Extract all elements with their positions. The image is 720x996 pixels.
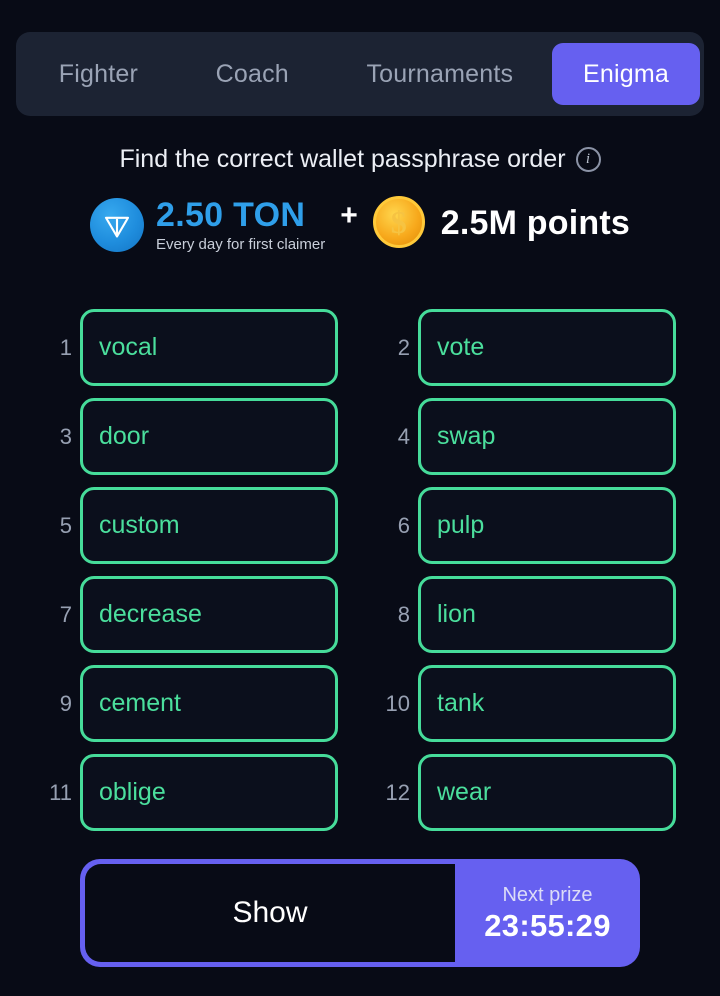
word-cell: 1 vocal	[44, 309, 338, 386]
word-box[interactable]: lion	[418, 576, 676, 653]
word-box[interactable]: swap	[418, 398, 676, 475]
word-label: door	[99, 422, 150, 450]
gold-coin-icon: $	[372, 196, 425, 248]
word-box[interactable]: pulp	[418, 487, 676, 564]
word-index: 6	[397, 512, 410, 538]
enigma-screen: Fighter Coach Tournaments Enigma Find th…	[0, 0, 720, 996]
next-prize-label: Next prize	[502, 884, 593, 906]
ton-prize-block: 2.50 TON Every day for first claimer	[156, 196, 325, 254]
word-box[interactable]: wear	[418, 754, 676, 831]
word-cell: 2 vote	[382, 309, 676, 386]
word-cell: 6 pulp	[382, 487, 676, 564]
word-label: custom	[99, 511, 180, 539]
word-cell: 11 oblige	[44, 754, 338, 831]
points-amount: 2.5M points	[440, 204, 630, 242]
word-cell: 10 tank	[382, 665, 676, 742]
word-box[interactable]: door	[80, 398, 338, 475]
word-box[interactable]: decrease	[80, 576, 338, 653]
tab-coach[interactable]: Coach	[177, 43, 328, 105]
prize-separator: +	[340, 199, 358, 232]
prize-banner: 2.50 TON Every day for first claimer + $…	[0, 196, 720, 254]
word-box[interactable]: custom	[80, 487, 338, 564]
word-box[interactable]: cement	[80, 665, 338, 742]
word-label: vote	[437, 333, 485, 361]
word-index: 5	[59, 512, 72, 538]
word-label: wear	[437, 778, 492, 806]
ton-amount: 2.50 TON	[156, 196, 306, 234]
word-cell: 12 wear	[382, 754, 676, 831]
word-label: tank	[437, 689, 485, 717]
word-box[interactable]: oblige	[80, 754, 338, 831]
tab-tournaments[interactable]: Tournaments	[328, 43, 552, 105]
word-label: lion	[437, 600, 476, 628]
word-label: pulp	[437, 511, 485, 539]
word-cell: 9 cement	[44, 665, 338, 742]
action-bar: Show Next prize 23:55:29	[80, 859, 640, 967]
page-title-row: Find the correct wallet passphrase order…	[0, 145, 720, 174]
word-index: 12	[385, 779, 410, 805]
word-box[interactable]: vote	[418, 309, 676, 386]
word-index: 9	[59, 690, 72, 716]
word-cell: 7 decrease	[44, 576, 338, 653]
word-index: 7	[59, 601, 72, 627]
next-prize-panel: Next prize 23:55:29	[455, 859, 640, 967]
word-cell: 8 lion	[382, 576, 676, 653]
word-label: decrease	[99, 600, 202, 628]
word-label: swap	[437, 422, 496, 450]
tab-fighter[interactable]: Fighter	[20, 43, 177, 105]
word-label: oblige	[99, 778, 166, 806]
word-box[interactable]: vocal	[80, 309, 338, 386]
word-box[interactable]: tank	[418, 665, 676, 742]
word-index: 4	[397, 423, 410, 449]
ton-subtitle: Every day for first claimer	[156, 236, 326, 253]
word-cell: 3 door	[44, 398, 338, 475]
page-title: Find the correct wallet passphrase order	[119, 145, 566, 173]
info-circle-icon[interactable]: i	[575, 147, 601, 172]
next-prize-timer: 23:55:29	[484, 908, 611, 943]
word-label: cement	[99, 689, 181, 717]
word-index: 8	[397, 601, 410, 627]
word-label: vocal	[99, 333, 158, 361]
word-index: 11	[49, 779, 72, 805]
word-cell: 4 swap	[382, 398, 676, 475]
passphrase-grid: 1 vocal 2 vote 3 door 4 swap 5 custom 6 …	[44, 309, 676, 831]
show-button[interactable]: Show	[85, 864, 455, 962]
word-index: 3	[59, 423, 72, 449]
word-cell: 5 custom	[44, 487, 338, 564]
tab-enigma[interactable]: Enigma	[552, 43, 700, 105]
word-index: 1	[59, 334, 72, 360]
word-index: 2	[397, 334, 410, 360]
word-index: 10	[385, 690, 410, 716]
ton-coin-icon	[90, 198, 145, 252]
main-tab-bar: Fighter Coach Tournaments Enigma	[16, 32, 704, 116]
